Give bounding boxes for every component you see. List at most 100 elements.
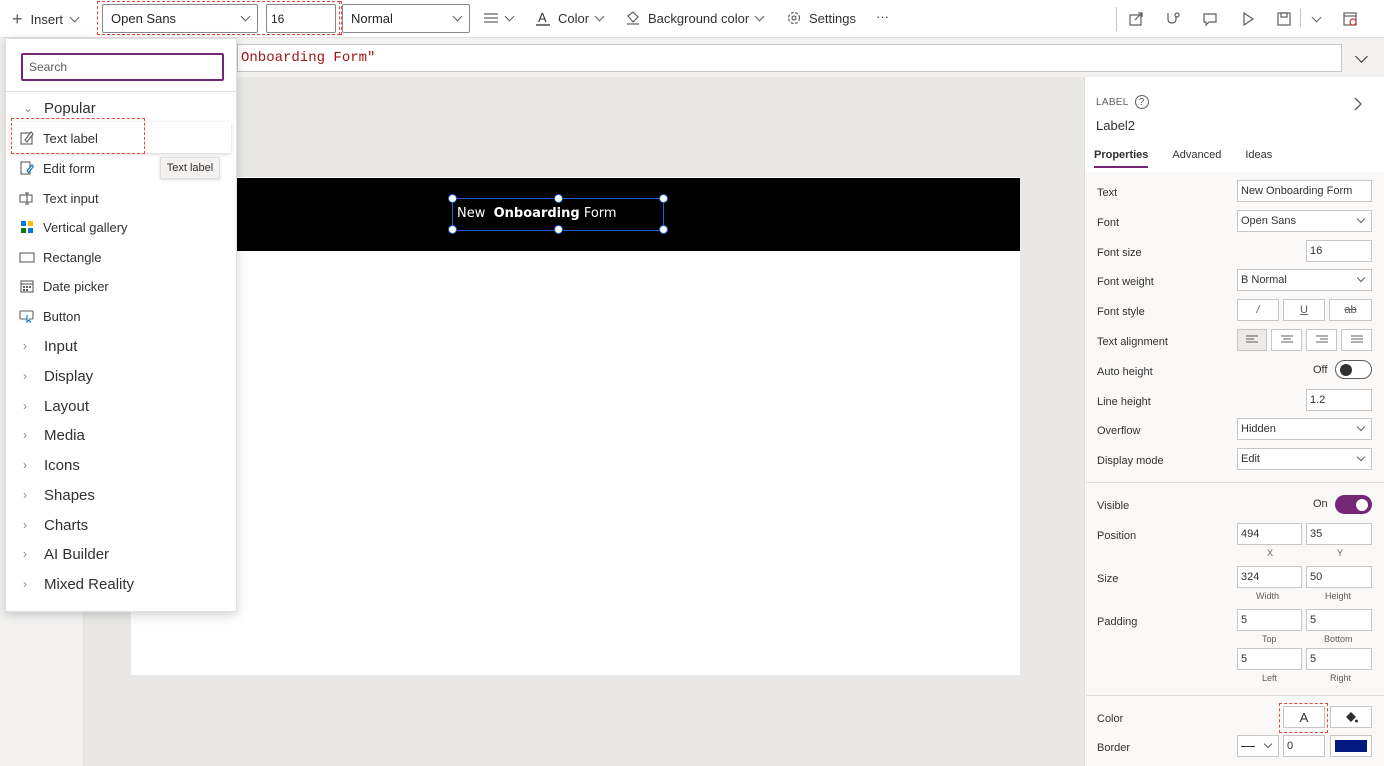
collapse-panel-button[interactable] xyxy=(1353,97,1363,114)
category-icons[interactable]: › Icons xyxy=(6,451,238,479)
italic-button[interactable]: / xyxy=(1237,299,1279,321)
font-prop-label: Font xyxy=(1097,217,1120,229)
more-button[interactable]: ··· xyxy=(876,6,889,26)
item-label: Text label xyxy=(43,130,98,146)
top-toolbar: + Insert Open Sans 16 Normal A Color Bac… xyxy=(0,0,1384,38)
expand-formula-button[interactable] xyxy=(1346,47,1376,69)
help-icon[interactable]: ? xyxy=(1134,95,1149,109)
position-prop-label: Position xyxy=(1097,530,1137,542)
insert-item-vertical-gallery[interactable]: Vertical gallery xyxy=(6,213,238,241)
insert-item-rectangle[interactable]: Rectangle xyxy=(6,243,238,271)
font-family-value: Open Sans xyxy=(111,11,177,26)
chevron-down-icon xyxy=(754,11,765,21)
resize-handle[interactable] xyxy=(659,225,668,234)
selected-text-label[interactable]: New Onboarding Form xyxy=(448,194,668,234)
chevron-right-icon: › xyxy=(23,369,27,383)
settings-button[interactable]: Settings xyxy=(786,8,856,28)
resize-handle[interactable] xyxy=(448,194,457,203)
position-y-input[interactable]: 35 xyxy=(1306,523,1372,545)
auto-height-toggle[interactable] xyxy=(1335,360,1372,379)
border-style-dropdown[interactable] xyxy=(1237,735,1279,757)
publish-icon[interactable] xyxy=(1340,9,1360,29)
padding-prop-label: Padding xyxy=(1097,616,1138,628)
font-color-button[interactable]: A xyxy=(1283,706,1325,728)
save-icon[interactable] xyxy=(1274,9,1294,29)
align-right-button[interactable] xyxy=(1306,329,1337,351)
padding-top-input[interactable]: 5 xyxy=(1237,609,1302,631)
width-input[interactable]: 324 xyxy=(1237,566,1302,588)
align-center-button[interactable] xyxy=(1271,329,1302,351)
height-input[interactable]: 50 xyxy=(1306,566,1372,588)
chevron-down-icon xyxy=(452,11,463,22)
divider xyxy=(6,91,238,92)
control-name[interactable]: Label2 xyxy=(1096,118,1135,133)
tab-ideas[interactable]: Ideas xyxy=(1245,149,1272,168)
formula-input[interactable]: Onboarding Form" xyxy=(237,44,1342,72)
insert-item-text-label[interactable]: Text label xyxy=(6,124,238,152)
font-prop-dropdown[interactable]: Open Sans xyxy=(1237,210,1372,232)
font-weight-dropdown[interactable]: Normal xyxy=(342,4,470,33)
auto-height-prop-label: Auto height xyxy=(1097,366,1153,378)
font-size-prop-input[interactable]: 16 xyxy=(1306,240,1372,262)
display-mode-prop-dropdown[interactable]: Edit xyxy=(1237,448,1372,470)
visible-toggle[interactable] xyxy=(1335,495,1372,514)
underline-button[interactable]: U xyxy=(1283,299,1325,321)
line-height-prop-input[interactable]: 1.2 xyxy=(1306,389,1372,411)
play-icon[interactable] xyxy=(1238,9,1258,29)
header-rectangle[interactable]: New Onboarding Form xyxy=(131,178,1020,251)
color-button[interactable]: A Color xyxy=(535,8,605,28)
chevron-down-icon xyxy=(69,12,80,22)
resize-handle[interactable] xyxy=(448,225,457,234)
padding-left-input[interactable]: 5 xyxy=(1237,648,1302,670)
text-align-button[interactable] xyxy=(483,8,515,28)
comment-icon[interactable] xyxy=(1200,9,1220,29)
background-color-button[interactable]: Background color xyxy=(625,8,765,28)
insert-button[interactable]: + Insert xyxy=(12,9,80,29)
padding-right-input[interactable]: 5 xyxy=(1306,648,1372,670)
category-ai-builder[interactable]: › AI Builder xyxy=(6,540,238,568)
category-label: Layout xyxy=(44,397,90,415)
toolbar-divider xyxy=(1116,7,1117,31)
search-input[interactable]: Search xyxy=(21,53,224,81)
insert-item-button[interactable]: Button xyxy=(6,302,238,330)
insert-item-text-input[interactable]: Text input xyxy=(6,184,238,212)
category-media[interactable]: › Media xyxy=(6,421,238,449)
tab-properties[interactable]: Properties xyxy=(1094,149,1149,168)
category-charts[interactable]: › Charts xyxy=(6,511,238,539)
font-weight-prop-dropdown[interactable]: B Normal xyxy=(1237,269,1372,291)
overflow-prop-dropdown[interactable]: Hidden xyxy=(1237,418,1372,440)
font-family-dropdown[interactable]: Open Sans xyxy=(102,4,258,33)
text-input-icon xyxy=(19,190,35,206)
position-x-input[interactable]: 494 xyxy=(1237,523,1302,545)
border-color-swatch xyxy=(1335,740,1367,752)
fill-color-button[interactable] xyxy=(1330,706,1372,728)
align-left-button[interactable] xyxy=(1237,329,1267,351)
item-label: Rectangle xyxy=(43,249,102,265)
tab-advanced[interactable]: Advanced xyxy=(1172,149,1221,168)
tooltip: Text label xyxy=(160,157,220,179)
popular-section-header[interactable]: ⌄ Popular xyxy=(6,94,238,122)
share-icon[interactable] xyxy=(1126,9,1146,29)
category-layout[interactable]: › Layout xyxy=(6,392,238,420)
insert-item-date-picker[interactable]: Date picker xyxy=(6,272,238,300)
category-mixed-reality[interactable]: › Mixed Reality xyxy=(6,570,238,598)
font-size-input[interactable]: 16 xyxy=(266,4,336,33)
chevron-down-icon xyxy=(1356,273,1366,283)
app-checker-icon[interactable] xyxy=(1163,9,1183,29)
padding-bottom-input[interactable]: 5 xyxy=(1306,609,1372,631)
resize-handle[interactable] xyxy=(659,194,668,203)
save-options-chevron[interactable] xyxy=(1306,9,1326,29)
display-mode-prop-value: Edit xyxy=(1241,453,1260,465)
category-input[interactable]: › Input xyxy=(6,332,238,360)
resize-handle[interactable] xyxy=(554,194,563,203)
font-size-value: 16 xyxy=(271,11,285,26)
border-color-button[interactable] xyxy=(1330,735,1372,757)
resize-handle[interactable] xyxy=(554,225,563,234)
category-display[interactable]: › Display xyxy=(6,362,238,390)
app-screen[interactable]: New Onboarding Form xyxy=(131,177,1020,675)
align-justify-button[interactable] xyxy=(1341,329,1372,351)
border-width-input[interactable]: 0 xyxy=(1283,735,1325,757)
text-prop-input[interactable]: New Onboarding Form xyxy=(1237,180,1372,202)
category-shapes[interactable]: › Shapes xyxy=(6,481,238,509)
strikethrough-button[interactable]: ab xyxy=(1329,299,1372,321)
